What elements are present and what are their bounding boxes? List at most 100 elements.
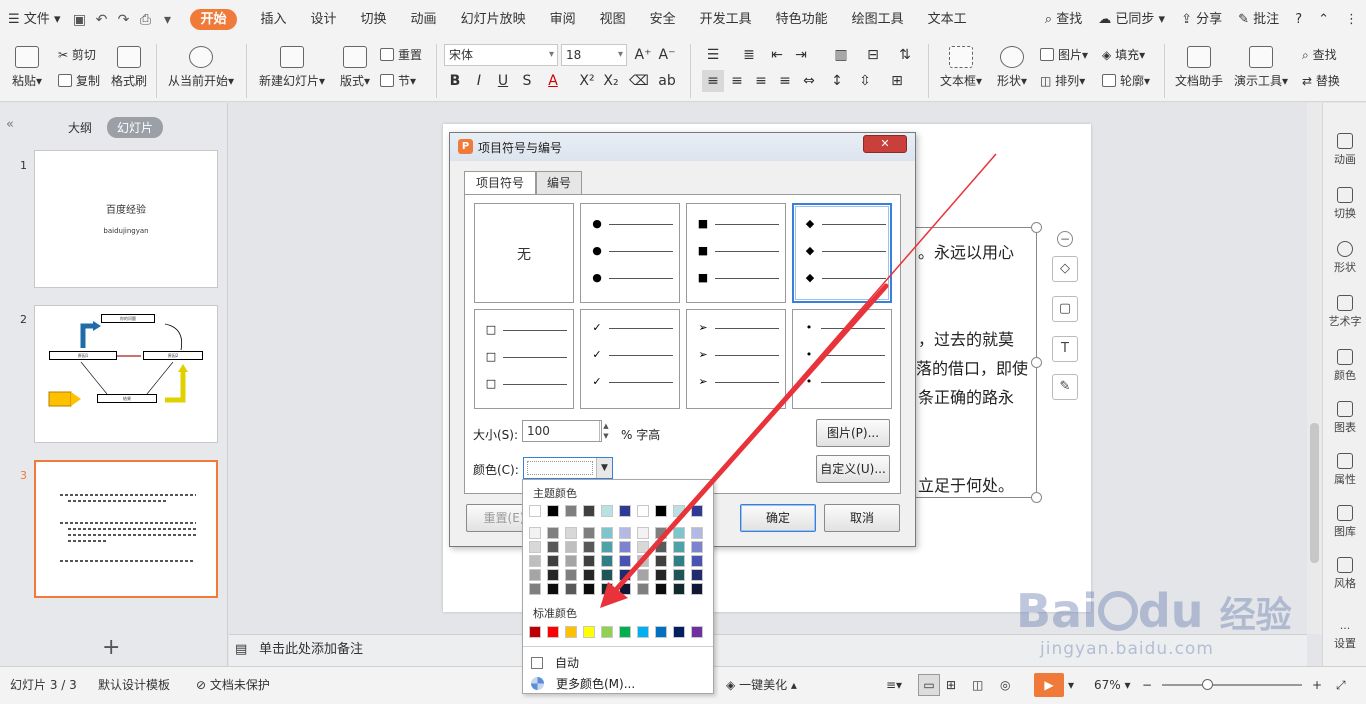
rail-gallery[interactable]: 图库 bbox=[1323, 505, 1366, 539]
theme-tint-swatch[interactable] bbox=[691, 541, 703, 553]
search-button[interactable]: ⌕ 查找 bbox=[1037, 0, 1090, 40]
play-options-icon[interactable]: ▾ bbox=[1068, 667, 1074, 703]
theme-tint-swatch[interactable] bbox=[565, 569, 577, 581]
font-color-icon[interactable]: A bbox=[542, 70, 564, 92]
font-name-select[interactable]: 宋体 bbox=[444, 44, 558, 66]
increase-indent-icon[interactable]: ⇥ bbox=[790, 44, 812, 66]
theme-tint-swatch[interactable] bbox=[529, 555, 541, 567]
theme-tint-swatch[interactable] bbox=[637, 555, 649, 567]
rail-settings[interactable]: ··· 设置 bbox=[1323, 623, 1366, 651]
find-button[interactable]: ⌕ 查找 bbox=[1302, 46, 1337, 63]
line-spacing-icon[interactable]: ⇅ bbox=[894, 44, 916, 66]
replace-button[interactable]: ⇄ 替换 bbox=[1302, 72, 1340, 89]
theme-tint-swatch[interactable] bbox=[673, 527, 685, 539]
theme-tint-swatch[interactable] bbox=[583, 541, 595, 553]
zoom-slider[interactable] bbox=[1162, 684, 1302, 686]
theme-tint-swatch[interactable] bbox=[583, 555, 595, 567]
color-dropdown[interactable]: ▼ bbox=[523, 457, 613, 479]
auto-color-option[interactable]: 自动 bbox=[531, 654, 579, 671]
underline-icon[interactable]: U bbox=[492, 70, 514, 92]
layout-button[interactable]: 版式▾ bbox=[336, 46, 374, 89]
rail-chart[interactable]: 图表 bbox=[1323, 401, 1366, 435]
sync-button[interactable]: ☁ 已同步 ▾ bbox=[1090, 0, 1173, 40]
clear-format-icon[interactable]: ⌫ bbox=[628, 70, 650, 92]
theme-tint-swatch[interactable] bbox=[691, 555, 703, 567]
shape-button[interactable]: 形状▾ bbox=[994, 46, 1030, 89]
align-left-icon[interactable]: ≡ bbox=[702, 70, 724, 92]
print-icon[interactable]: ⎙ bbox=[134, 12, 156, 28]
theme-tint-swatch[interactable] bbox=[529, 583, 541, 595]
resize-handle[interactable] bbox=[1031, 492, 1042, 503]
sorter-view-icon[interactable]: ⊞ bbox=[946, 667, 956, 703]
size-spinner[interactable]: ▲ ▼ bbox=[599, 421, 612, 441]
bullet-option-small-dot[interactable]: • • • bbox=[792, 309, 892, 409]
tab-slideshow[interactable]: 幻灯片放映 bbox=[449, 0, 538, 40]
standard-color-swatch[interactable] bbox=[547, 626, 559, 638]
quick-access-dropdown-icon[interactable]: ▾ bbox=[156, 12, 178, 28]
theme-color-swatch[interactable] bbox=[691, 505, 703, 517]
bullets-icon[interactable]: ☰ bbox=[702, 44, 724, 66]
theme-tint-swatch[interactable] bbox=[601, 527, 613, 539]
tab-features[interactable]: 特色功能 bbox=[764, 0, 840, 40]
rail-wordart[interactable]: 艺术字 bbox=[1323, 295, 1366, 329]
align-center-icon[interactable]: ≡ bbox=[726, 70, 748, 92]
reading-view-icon[interactable]: ◫ bbox=[972, 667, 983, 703]
more-icon[interactable]: ⋮ bbox=[1337, 0, 1366, 40]
bullet-option-square[interactable]: ■ ■ ■ bbox=[686, 203, 786, 303]
tab-security[interactable]: 安全 bbox=[638, 0, 688, 40]
tab-view[interactable]: 视图 bbox=[588, 0, 638, 40]
decrease-font-icon[interactable]: A⁻ bbox=[656, 44, 678, 66]
char-spacing-icon[interactable]: ab bbox=[656, 70, 678, 92]
columns-icon[interactable]: ▥ bbox=[830, 44, 852, 66]
bullet-option-arrow[interactable]: ➢ ➢ ➢ bbox=[686, 309, 786, 409]
theme-tint-swatch[interactable] bbox=[601, 541, 613, 553]
scroll-thumb[interactable] bbox=[1310, 423, 1319, 563]
tab-drawing-tools[interactable]: 绘图工具 bbox=[840, 0, 916, 40]
cancel-button[interactable]: 取消 bbox=[824, 504, 900, 532]
numbering-icon[interactable]: ≣ bbox=[738, 44, 760, 66]
theme-tint-swatch[interactable] bbox=[655, 583, 667, 595]
doc-assistant-button[interactable]: 文档助手 bbox=[1174, 46, 1224, 89]
theme-color-swatch[interactable] bbox=[547, 505, 559, 517]
rail-color[interactable]: 颜色 bbox=[1323, 349, 1366, 383]
picture-button[interactable]: 图片(P)... bbox=[816, 419, 890, 447]
standard-color-swatch[interactable] bbox=[619, 626, 631, 638]
undo-icon[interactable]: ↶ bbox=[90, 12, 112, 28]
bullet-option-dot[interactable]: ● ● ● bbox=[580, 203, 680, 303]
vertical-align-icon[interactable]: ⇳ bbox=[854, 70, 876, 92]
from-current-button[interactable]: 从当前开始▾ bbox=[166, 46, 236, 89]
theme-tint-swatch[interactable] bbox=[691, 583, 703, 595]
reset-button[interactable]: 重置 bbox=[380, 46, 422, 63]
section-button[interactable]: 节▾ bbox=[380, 72, 416, 89]
theme-color-swatch[interactable] bbox=[619, 505, 631, 517]
theme-tint-swatch[interactable] bbox=[655, 555, 667, 567]
paste-button[interactable]: 粘贴▾ bbox=[10, 46, 44, 89]
superscript-icon[interactable]: X² bbox=[576, 70, 598, 92]
theme-tint-swatch[interactable] bbox=[529, 541, 541, 553]
fit-window-icon[interactable]: ⤢ bbox=[1336, 667, 1346, 703]
align-right-icon[interactable]: ≡ bbox=[750, 70, 772, 92]
theme-tint-swatch[interactable] bbox=[637, 527, 649, 539]
standard-color-swatch[interactable] bbox=[655, 626, 667, 638]
tab-text-tools[interactable]: 文本工 bbox=[916, 0, 979, 40]
add-slide-button[interactable]: + bbox=[102, 635, 120, 660]
theme-tint-swatch[interactable] bbox=[691, 527, 703, 539]
theme-color-swatch[interactable] bbox=[673, 505, 685, 517]
vertical-scrollbar[interactable] bbox=[1307, 103, 1322, 634]
outline-button[interactable]: 轮廓▾ bbox=[1102, 72, 1150, 89]
tab-animation[interactable]: 动画 bbox=[399, 0, 449, 40]
text-direction-icon[interactable]: ⊟ bbox=[862, 44, 884, 66]
theme-tint-swatch[interactable] bbox=[601, 583, 613, 595]
bullet-option-diamond[interactable]: ◆ ◆ ◆ bbox=[792, 203, 892, 303]
theme-tint-swatch[interactable] bbox=[601, 555, 613, 567]
tab-slides[interactable]: 幻灯片 bbox=[107, 117, 164, 138]
arrange-button[interactable]: ◫ 排列▾ bbox=[1040, 72, 1085, 89]
theme-tint-swatch[interactable] bbox=[619, 569, 631, 581]
theme-color-swatch[interactable] bbox=[637, 505, 649, 517]
justify-icon[interactable]: ≡ bbox=[774, 70, 796, 92]
tab-bullets[interactable]: 项目符号 bbox=[464, 171, 536, 196]
theme-color-swatch[interactable] bbox=[655, 505, 667, 517]
zoom-in-icon[interactable]: + bbox=[1312, 667, 1322, 703]
theme-tint-swatch[interactable] bbox=[619, 527, 631, 539]
rail-transition[interactable]: 切换 bbox=[1323, 187, 1366, 221]
